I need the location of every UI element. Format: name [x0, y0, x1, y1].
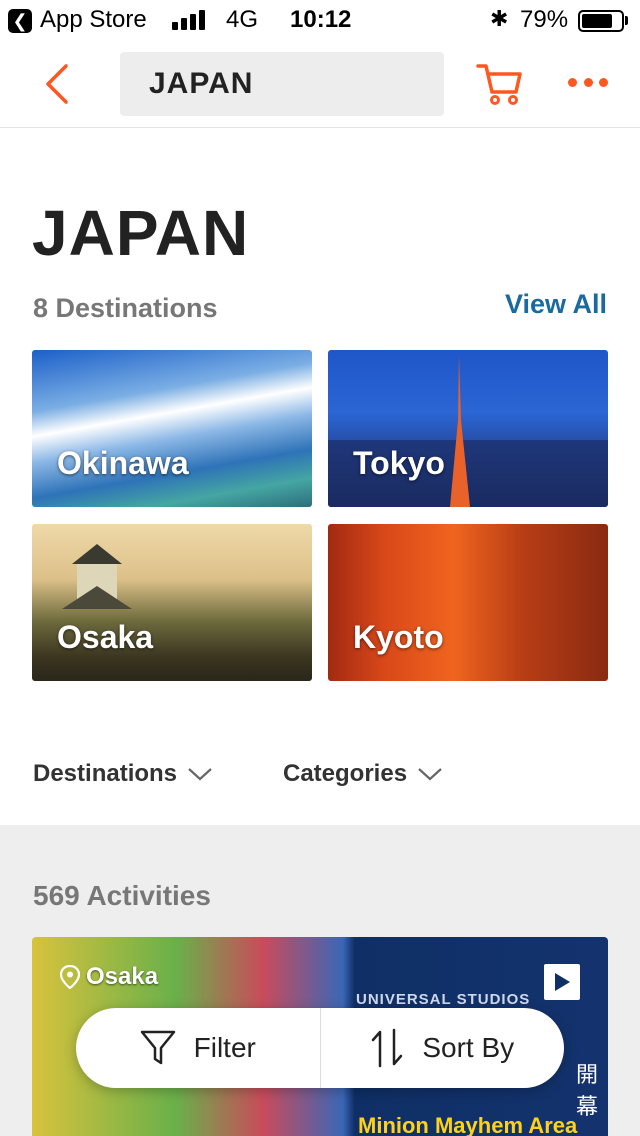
signal-icon	[172, 10, 205, 30]
cart-icon	[476, 64, 522, 105]
activities-count: 569 Activities	[33, 880, 211, 911]
filter-button-label: Filter	[193, 1032, 256, 1063]
battery-percentage: 79%	[520, 6, 569, 33]
activity-location-label: Osaka	[86, 963, 159, 990]
destination-tile-tokyo[interactable]: Tokyo	[328, 350, 608, 507]
destination-label: Osaka	[57, 619, 154, 655]
categories-dropdown-label: Categories	[283, 760, 408, 787]
chevron-down-icon	[418, 768, 442, 781]
activity-jp-text: 開幕	[576, 1062, 599, 1119]
destination-tile-kyoto[interactable]: Kyoto	[328, 524, 608, 681]
destination-label: Tokyo	[353, 445, 445, 481]
nav-bar: JAPAN	[0, 40, 640, 128]
destination-label: Okinawa	[57, 445, 189, 481]
chevron-down-icon	[188, 768, 212, 781]
battery-tip	[625, 16, 628, 25]
cart-button[interactable]	[474, 58, 524, 108]
destinations-dropdown-label: Destinations	[33, 760, 178, 787]
chevron-left-icon	[46, 64, 68, 104]
sort-by-button[interactable]: Sort By	[321, 1008, 565, 1088]
activity-location: Osaka	[60, 963, 158, 991]
play-icon	[555, 973, 570, 991]
activity-title: Minion Mayhem Area	[358, 1113, 578, 1136]
back-button[interactable]	[36, 60, 80, 108]
filter-icon	[140, 1030, 175, 1065]
destinations-dropdown[interactable]: Destinations	[33, 760, 213, 788]
sort-by-button-label: Sort By	[422, 1032, 515, 1063]
tokyo-tower-image	[328, 355, 608, 507]
view-all-link[interactable]: View All	[505, 289, 607, 320]
status-bar: ❮ App Store 4G 10:12 ✱ 79%	[0, 0, 640, 40]
destinations-count: 8 Destinations	[33, 293, 218, 323]
network-label: 4G	[226, 6, 259, 33]
destination-tile-okinawa[interactable]: Okinawa	[32, 350, 312, 507]
status-time: 10:12	[290, 6, 352, 33]
app-store-back-icon[interactable]: ❮	[8, 9, 32, 33]
sort-icon	[372, 1028, 403, 1068]
search-field[interactable]: JAPAN	[120, 52, 444, 116]
map-pin-icon	[60, 965, 80, 989]
filter-sort-bar: Filter Sort By	[76, 1008, 564, 1088]
destination-label: Kyoto	[353, 619, 444, 655]
battery-icon	[578, 10, 624, 32]
filter-button[interactable]: Filter	[76, 1008, 320, 1088]
bluetooth-icon: ✱	[490, 6, 509, 31]
more-dots-icon[interactable]	[568, 70, 608, 94]
page-title: JAPAN	[32, 197, 250, 269]
osaka-castle-image	[62, 544, 132, 609]
destination-tile-osaka[interactable]: Osaka	[32, 524, 312, 681]
status-app-label[interactable]: App Store	[40, 6, 147, 34]
filter-row: Destinations Categories	[0, 760, 640, 800]
categories-dropdown[interactable]: Categories	[283, 760, 443, 788]
